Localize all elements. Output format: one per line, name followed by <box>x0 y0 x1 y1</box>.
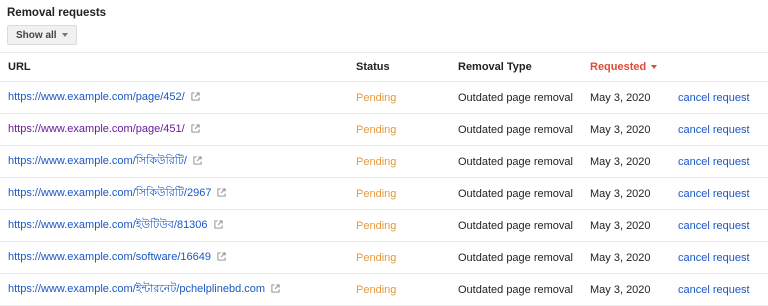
table-row: https://www.example.com/সিকিউরিটি/ Pendin… <box>0 145 768 178</box>
removal-type-cell: Outdated page removal <box>458 209 590 242</box>
requested-date-cell: May 3, 2020 <box>590 177 678 210</box>
url-cell: https://www.example.com/ইন্টারনেট/pchelp… <box>0 273 356 306</box>
url-link[interactable]: https://www.example.com/page/452/ <box>8 91 185 103</box>
column-header-status[interactable]: Status <box>356 52 458 82</box>
removal-type-cell: Outdated page removal <box>458 177 590 210</box>
status-cell: Pending <box>356 81 458 114</box>
external-link-icon[interactable] <box>213 220 223 232</box>
removal-type-cell: Outdated page removal <box>458 81 590 114</box>
status-cell: Pending <box>356 113 458 146</box>
cancel-request-cell: cancel request <box>678 177 768 210</box>
show-all-dropdown[interactable]: Show all <box>7 25 77 45</box>
cancel-request-cell: cancel request <box>678 241 768 274</box>
external-link-icon[interactable] <box>191 92 200 104</box>
url-cell: https://www.example.com/page/451/ <box>0 113 356 146</box>
removal-requests-panel: Removal requests Show all URL Status Rem… <box>0 0 768 306</box>
removal-type-cell: Outdated page removal <box>458 241 590 274</box>
removal-type-cell: Outdated page removal <box>458 145 590 178</box>
status-cell: Pending <box>356 209 458 242</box>
url-cell: https://www.example.com/সিকিউরিটি/ <box>0 145 356 178</box>
column-header-requested[interactable]: Requested <box>590 52 678 82</box>
table-row: https://www.example.com/ইন্টারনেট/pchelp… <box>0 273 768 306</box>
column-header-action <box>678 52 768 82</box>
table-row: https://www.example.com/ইউটিউব/81306 Pend… <box>0 209 768 242</box>
cancel-request-link[interactable]: cancel request <box>678 92 750 104</box>
column-header-requested-label: Requested <box>590 61 647 73</box>
external-link-icon[interactable] <box>217 252 226 264</box>
removal-type-cell: Outdated page removal <box>458 113 590 146</box>
requested-date-cell: May 3, 2020 <box>590 113 678 146</box>
requested-date-cell: May 3, 2020 <box>590 241 678 274</box>
status-cell: Pending <box>356 145 458 178</box>
requested-date-cell: May 3, 2020 <box>590 209 678 242</box>
table-row: https://www.example.com/page/451/Pending… <box>0 113 768 146</box>
cancel-request-link[interactable]: cancel request <box>678 284 750 296</box>
url-link[interactable]: https://www.example.com/সিকিউরিটি/ <box>8 155 187 167</box>
url-link[interactable]: https://www.example.com/ইন্টারনেট/pchelp… <box>8 283 265 295</box>
cancel-request-cell: cancel request <box>678 81 768 114</box>
cancel-request-link[interactable]: cancel request <box>678 220 750 232</box>
url-cell: https://www.example.com/ইউটিউব/81306 <box>0 209 356 242</box>
chevron-down-icon <box>61 33 68 37</box>
cancel-request-link[interactable]: cancel request <box>678 252 750 264</box>
url-link[interactable]: https://www.example.com/ইউটিউব/81306 <box>8 219 208 231</box>
url-link[interactable]: https://www.example.com/page/451/ <box>8 123 185 135</box>
column-header-removal-type[interactable]: Removal Type <box>458 52 590 82</box>
cancel-request-cell: cancel request <box>678 113 768 146</box>
table-row: https://www.example.com/page/452/Pending… <box>0 81 768 114</box>
url-cell: https://www.example.com/সিকিউরিটি/2967 <box>0 177 356 210</box>
status-cell: Pending <box>356 273 458 306</box>
section-title: Removal requests <box>7 7 107 19</box>
status-cell: Pending <box>356 177 458 210</box>
cancel-request-cell: cancel request <box>678 273 768 306</box>
cancel-request-cell: cancel request <box>678 209 768 242</box>
url-cell: https://www.example.com/page/452/ <box>0 81 356 114</box>
show-all-label: Show all <box>16 29 57 41</box>
status-cell: Pending <box>356 241 458 274</box>
table-row: https://www.example.com/সিকিউরিটি/2967 Pe… <box>0 177 768 210</box>
requested-date-cell: May 3, 2020 <box>590 145 678 178</box>
removal-type-cell: Outdated page removal <box>458 273 590 306</box>
sort-descending-icon <box>651 65 658 70</box>
external-link-icon[interactable] <box>191 124 200 136</box>
cancel-request-link[interactable]: cancel request <box>678 188 750 200</box>
external-link-icon[interactable] <box>217 188 227 200</box>
cancel-request-cell: cancel request <box>678 145 768 178</box>
requested-date-cell: May 3, 2020 <box>590 273 678 306</box>
table-row: https://www.example.com/software/16649 Pe… <box>0 241 768 274</box>
requested-date-cell: May 3, 2020 <box>590 81 678 114</box>
external-link-icon[interactable] <box>193 156 202 168</box>
url-cell: https://www.example.com/software/16649 <box>0 241 356 274</box>
table-header-row: URL Status Removal Type Requested <box>0 52 768 82</box>
external-link-icon[interactable] <box>271 284 280 296</box>
url-link[interactable]: https://www.example.com/সিকিউরিটি/2967 <box>8 187 211 199</box>
column-header-url[interactable]: URL <box>0 52 356 82</box>
removal-requests-table: URL Status Removal Type Requested https:… <box>0 52 768 306</box>
url-link[interactable]: https://www.example.com/software/16649 <box>8 251 211 263</box>
cancel-request-link[interactable]: cancel request <box>678 124 750 136</box>
cancel-request-link[interactable]: cancel request <box>678 156 750 168</box>
